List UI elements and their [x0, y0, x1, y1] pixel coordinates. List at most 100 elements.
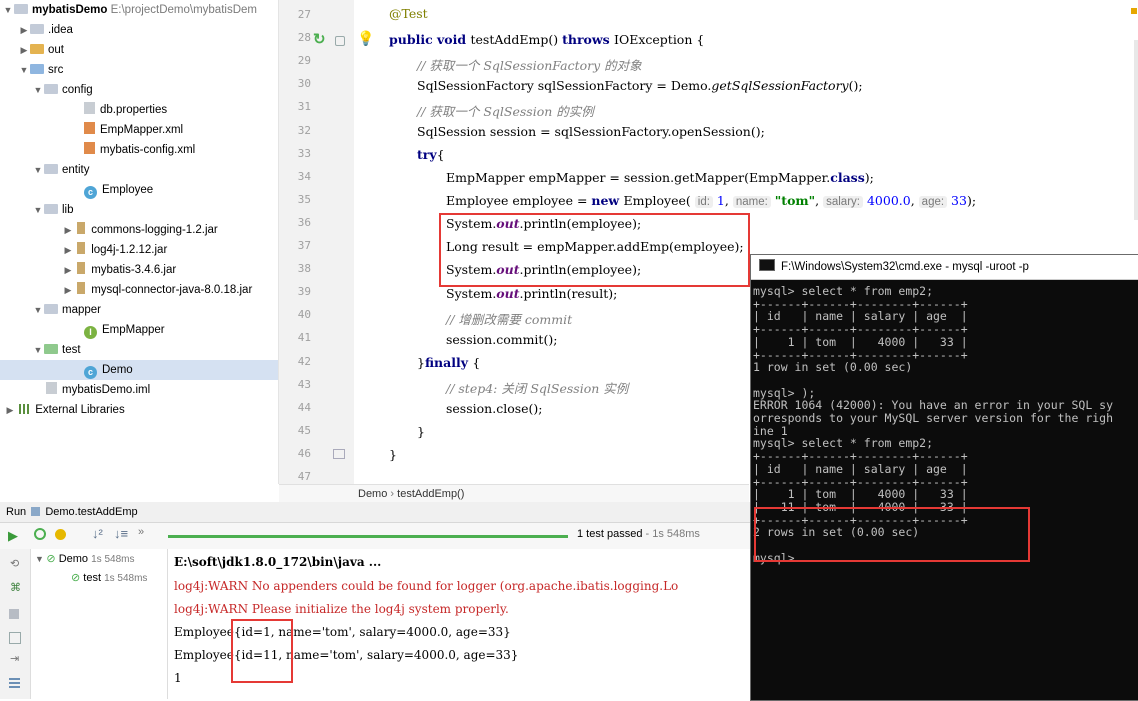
tree-item-mapper[interactable]: ▼ mapper [32, 300, 101, 320]
coverage-icon[interactable]: ⌘ [10, 581, 21, 594]
tree-item-jar[interactable]: ▶ log4j-1.2.12.jar [62, 240, 167, 260]
tree-item-empmapper[interactable]: I EmpMapper [84, 320, 165, 340]
cmd-window[interactable]: F:\Windows\System32\cmd.exe - mysql -uro… [750, 254, 1138, 701]
chevron-down-icon[interactable]: ▼ [2, 0, 14, 20]
line-number: 36 [297, 215, 311, 229]
tree-item-entity[interactable]: ▼ entity [32, 160, 90, 180]
cmd-output: mysql> select * from emp2; +------+------… [751, 281, 1138, 699]
line-number: 47 [297, 470, 311, 483]
folder-icon [30, 44, 44, 54]
stop-icon[interactable] [9, 609, 19, 619]
tree-item-mybatis-config[interactable]: mybatis-config.xml [84, 140, 195, 160]
code-line-40: // 增删改需要 commit [446, 312, 573, 327]
tree-item-lib[interactable]: ▼ lib [32, 200, 74, 220]
folder-icon [44, 204, 58, 214]
tree-item-jar[interactable]: ▶ commons-logging-1.2.jar [62, 220, 218, 240]
run-side-toolbar: ⟲ ⌘ ⇥ [0, 549, 31, 699]
camera-icon[interactable] [9, 632, 21, 644]
code-line-34: EmpMapper empMapper = session.getMapper(… [446, 170, 874, 185]
run-test-icon[interactable]: ↻ [313, 30, 326, 48]
param-hint: id: [694, 196, 713, 208]
tree-item-test[interactable]: ▼ test [32, 340, 81, 360]
breadcrumb-class[interactable]: Demo [358, 488, 387, 500]
tree-item-db-properties[interactable]: db.properties [84, 100, 167, 120]
tree-item-src[interactable]: ▼ src [18, 60, 63, 80]
run-tab[interactable]: Run [6, 506, 26, 518]
scrollbar[interactable] [1134, 40, 1138, 220]
warning-marker[interactable] [1131, 8, 1137, 14]
code-line-35: Employee employee = new Employee( id: 1,… [446, 193, 977, 208]
fold-icon[interactable] [335, 36, 345, 46]
test-suite-row[interactable]: ▼ ⊘ Demo 1s 548ms [35, 552, 134, 565]
chevron-right-icon[interactable]: ▶ [18, 40, 30, 60]
highlight-box [439, 213, 750, 287]
fold-icon[interactable] [333, 449, 345, 459]
passed-icon: ⊘ [46, 553, 56, 565]
line-number: 27 [297, 8, 311, 21]
line-number: 39 [297, 285, 311, 299]
tree-item-external-libraries[interactable]: ▶ External Libraries [4, 400, 125, 420]
cmd-line: | 1 | tom | 4000 | 33 | [753, 334, 968, 349]
chevron-down-icon[interactable]: ▼ [18, 60, 30, 80]
chevron-right-icon[interactable]: ▶ [62, 260, 74, 280]
tree-item-iml[interactable]: mybatisDemo.iml [46, 380, 150, 400]
jar-icon [77, 242, 86, 254]
chevron-down-icon[interactable]: ▼ [32, 200, 44, 220]
project-tree: ▼ mybatisDemo E:\projectDemo\mybatisDem ▶… [0, 0, 279, 484]
chevron-down-icon[interactable]: ▼ [32, 80, 44, 100]
console-output[interactable]: E:\soft\jdk1.8.0_172\bin\java ... log4j:… [168, 549, 760, 699]
sort-duration-icon[interactable]: ↓≡ [114, 526, 128, 541]
run-config-name[interactable]: Demo.testAddEmp [45, 506, 137, 518]
line-number: 30 [297, 77, 311, 91]
chevron-right-icon[interactable]: ▶ [4, 400, 16, 420]
code-line-45: } [417, 424, 425, 439]
breadcrumb: Demo › testAddEmp() [279, 484, 749, 503]
tree-root[interactable]: ▼ mybatisDemo E:\projectDemo\mybatisDem [2, 0, 257, 20]
chevron-down-icon[interactable]: ▼ [32, 340, 44, 360]
tree-item-employee[interactable]: c Employee [84, 180, 153, 200]
chevron-down-icon[interactable]: ▼ [32, 160, 44, 180]
exit-icon[interactable]: ⇥ [10, 652, 19, 665]
line-number: 41 [297, 331, 311, 345]
tree-item-empmapper-xml[interactable]: EmpMapper.xml [84, 120, 183, 140]
breadcrumb-method[interactable]: testAddEmp() [397, 488, 464, 500]
sort-alpha-icon[interactable]: ↓² [92, 526, 103, 541]
code-line-42: }finally { [417, 355, 481, 370]
tree-item-jar[interactable]: ▶ mysql-connector-java-8.0.18.jar [62, 280, 252, 300]
chevron-right-icon[interactable]: ▶ [18, 20, 30, 40]
jar-icon [77, 282, 86, 294]
tree-item-jar[interactable]: ▶ mybatis-3.4.6.jar [62, 260, 176, 280]
code-line-31: // 获取一个 SqlSession 的实例 [417, 104, 594, 119]
show-ignored-icon[interactable] [55, 529, 66, 540]
tree-item-out[interactable]: ▶ out [18, 40, 64, 60]
editor-gutter: 27 28 29 30 31 32 33 34 35 36 37 38 39 40 41 42 43 44 45 46… [279, 0, 354, 484]
chevron-down-icon[interactable]: ▼ [32, 300, 44, 320]
param-hint: name: [732, 196, 771, 208]
line-number: 45 [297, 423, 311, 437]
folder-icon [44, 84, 58, 94]
rerun-icon[interactable]: ▶ [8, 528, 18, 544]
xml-file-icon [84, 142, 95, 154]
tree-item-config[interactable]: ▼ config [32, 80, 93, 100]
cmd-titlebar[interactable]: F:\Windows\System32\cmd.exe - mysql -uro… [751, 255, 1138, 280]
chevron-right-icon[interactable]: ▶ [62, 240, 74, 260]
cmd-line: | id | name | salary | age | [753, 461, 968, 476]
passed-icon: ⊘ [71, 572, 81, 584]
class-icon: c [84, 366, 97, 379]
tree-item-demo[interactable]: c Demo [0, 360, 278, 380]
more-icon[interactable]: » [138, 526, 144, 538]
run-toolbar: ▶ ↓² ↓≡ » 1 test passed - 1s 548ms [0, 523, 760, 550]
chevron-right-icon[interactable]: ▶ [62, 280, 74, 300]
module-file-icon [46, 382, 57, 394]
lightbulb-icon[interactable]: 💡 [357, 30, 374, 47]
debug-icon[interactable]: ⟲ [10, 557, 19, 570]
test-results-tree: ▼ ⊘ Demo 1s 548ms ⊘ test 1s 548ms [31, 549, 168, 699]
xml-file-icon [84, 122, 95, 134]
layout-icon[interactable] [9, 677, 20, 688]
chevron-right-icon[interactable]: ▶ [62, 220, 74, 240]
console-icon [759, 259, 775, 271]
test-case-row[interactable]: ⊘ test 1s 548ms [71, 571, 147, 584]
tree-item-idea[interactable]: ▶ .idea [18, 20, 73, 40]
run-panel-header: Run Demo.testAddEmp [0, 502, 760, 523]
show-passed-icon[interactable] [34, 528, 46, 540]
